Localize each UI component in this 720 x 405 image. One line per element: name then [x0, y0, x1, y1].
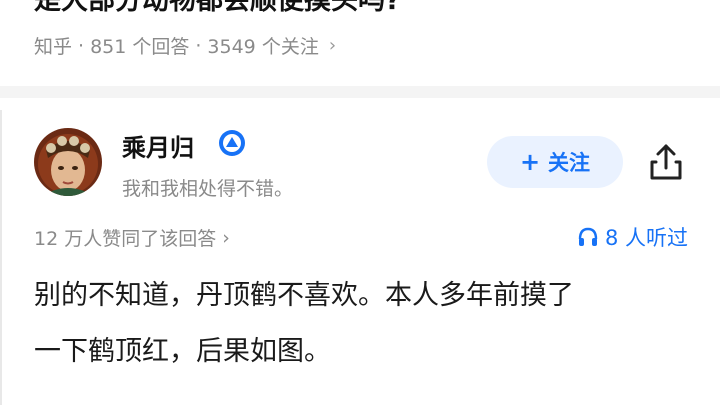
listen-count[interactable]: 8 人听过	[577, 222, 688, 252]
meta-separator: ·	[195, 34, 202, 57]
answer-line: 一下鹤顶红，后果如图。	[34, 336, 331, 367]
plus-icon: +	[519, 148, 541, 176]
approve-text: 12 万人赞同了该回答	[34, 228, 217, 250]
avatar[interactable]	[34, 128, 102, 196]
chevron-right-icon: ›	[222, 226, 230, 249]
question-title[interactable]: 是大部分动物都会顺便摸头吗?	[34, 0, 401, 17]
answers-count: 851 个回答	[90, 36, 190, 58]
answer-line: 别的不知道，丹顶鹤不喜欢。本人多年前摸了	[34, 280, 574, 311]
approve-count[interactable]: 12 万人赞同了该回答 ›	[34, 224, 230, 251]
follow-button[interactable]: + 关注	[487, 136, 623, 188]
chevron-right-icon: ›	[328, 35, 337, 56]
follow-label: 关注	[548, 151, 591, 175]
question-meta[interactable]: 知乎 · 851 个回答 · 3549 个关注 ›	[34, 32, 336, 59]
listen-text: 8 人听过	[604, 226, 688, 250]
meta-separator: ·	[78, 34, 85, 57]
author-bio: 我和我相处得不错。	[122, 178, 294, 200]
headphones-icon	[578, 227, 598, 246]
page-edge-rule	[0, 110, 2, 405]
avatar-portrait-icon	[34, 128, 102, 196]
followers-count: 3549 个关注	[207, 36, 319, 58]
section-divider	[0, 86, 720, 98]
author-name[interactable]: 乘月归	[122, 128, 194, 163]
share-icon[interactable]	[644, 140, 688, 184]
verified-badge-icon	[217, 128, 247, 158]
answer-content[interactable]: 别的不知道，丹顶鹤不喜欢。本人多年前摸了 一下鹤顶红，后果如图。	[34, 268, 694, 380]
source-label: 知乎	[34, 36, 73, 58]
